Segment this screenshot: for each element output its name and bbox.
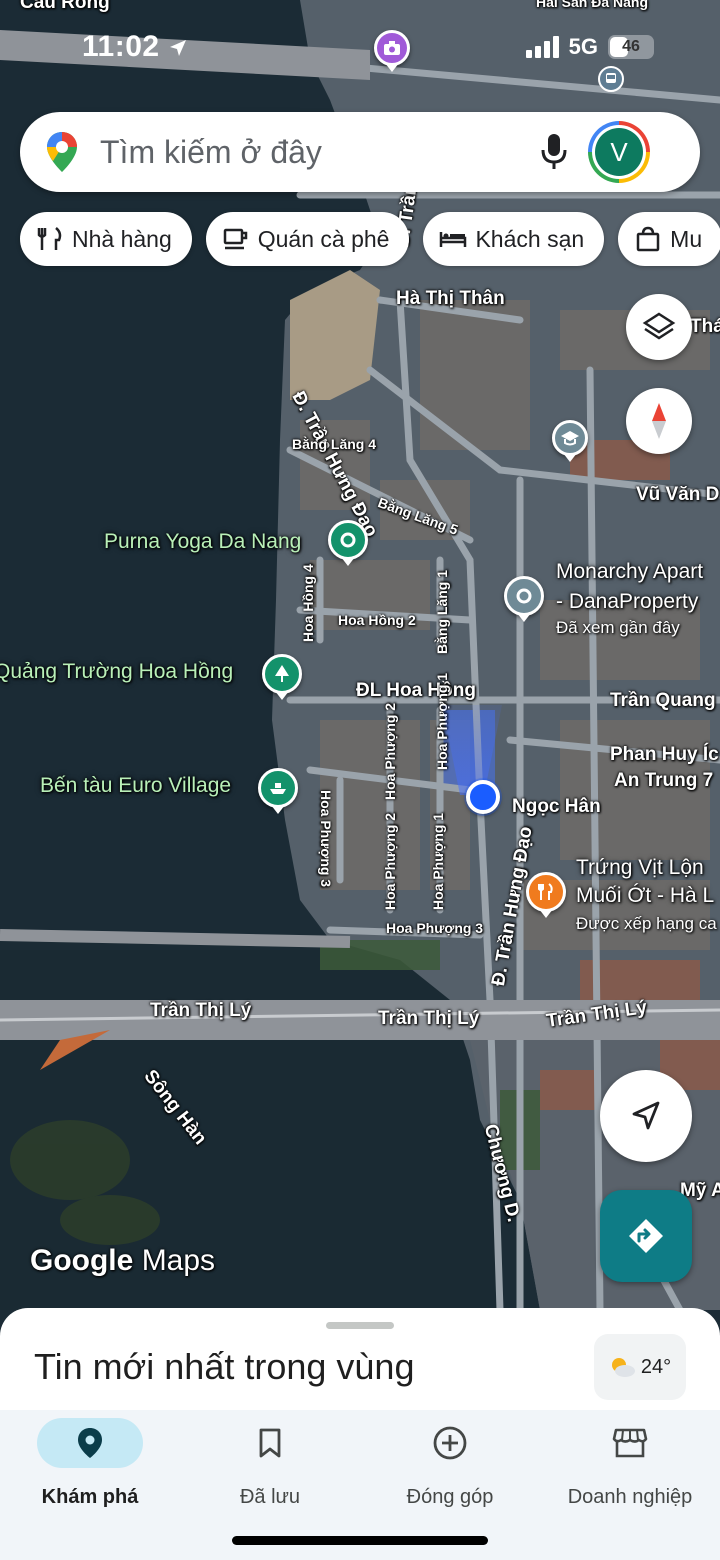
- coffee-icon: [223, 228, 247, 250]
- poi-sub-monarchy: Đã xem gần đây: [556, 618, 680, 637]
- directions-button[interactable]: [600, 1190, 692, 1282]
- street-label-tran-thi-ly-2: Trần Thị Lý: [378, 1008, 480, 1029]
- microphone-icon[interactable]: [538, 132, 570, 172]
- nav-business-label: Doanh nghiệp: [567, 1486, 693, 1508]
- bus-stop-marker[interactable]: [598, 66, 624, 92]
- nav-explore[interactable]: Khám phá: [0, 1410, 180, 1560]
- tree-icon: [275, 665, 289, 682]
- explore-pin-icon: [78, 1428, 102, 1458]
- partly-cloudy-icon: [611, 1358, 635, 1377]
- fork-knife-icon: [538, 883, 553, 900]
- current-location-dot: [466, 780, 500, 814]
- account-avatar[interactable]: V: [588, 121, 650, 183]
- street-label-tran-thi-ly-1: Trần Thị Lý: [150, 1000, 252, 1021]
- location-arrow-icon: [170, 40, 187, 57]
- sheet-drag-handle[interactable]: [326, 1322, 394, 1329]
- search-input[interactable]: [100, 133, 520, 171]
- poi-label-purna-yoga[interactable]: Purna Yoga Da Nang: [104, 530, 301, 554]
- sheet-title: Tin mới nhất trong vùng: [34, 1346, 415, 1387]
- network-type: 5G: [568, 34, 598, 59]
- home-indicator[interactable]: [232, 1536, 488, 1545]
- street-label-bang-lang-1: Bằng Lăng 1: [434, 569, 450, 654]
- directions-icon: [629, 1219, 663, 1253]
- shopping-bag-icon: [636, 226, 660, 252]
- signal-icon: [525, 36, 559, 58]
- bookmark-icon: [259, 1428, 281, 1458]
- avatar-letter: V: [595, 128, 643, 176]
- yoga-icon: [340, 532, 356, 548]
- street-label-tha: Thá: [690, 316, 720, 337]
- chip-shopping[interactable]: Mu: [618, 212, 720, 266]
- layers-button[interactable]: [626, 294, 692, 360]
- compass-button[interactable]: [626, 388, 692, 454]
- street-label-dl-hoa-hong: ĐL Hoa Hồng: [356, 680, 476, 701]
- place-label-cau-rong: Cầu Rồng: [20, 0, 110, 13]
- nav-saved-label: Đã lưu: [239, 1486, 301, 1508]
- search-bar[interactable]: V: [20, 112, 700, 192]
- street-label-hoa-phuong-3b: Hoa Phượng 3: [386, 920, 484, 936]
- status-indicators: 5G 46: [525, 34, 654, 60]
- bus-icon: [606, 73, 616, 83]
- poi-label-monarchy-2[interactable]: - DanaProperty: [556, 590, 698, 614]
- poi-label-trung-vit[interactable]: Trứng Vịt Lộn: [576, 856, 704, 880]
- trung-vit-marker[interactable]: [526, 872, 566, 912]
- google-maps-pin-icon: [47, 132, 77, 172]
- place-icon: [516, 588, 532, 604]
- purna-yoga-marker[interactable]: [328, 520, 368, 560]
- street-label-ngoc-han: Ngọc Hân: [512, 796, 601, 817]
- monarchy-marker[interactable]: [504, 576, 544, 616]
- street-label-hoa-phuong-3a: Hoa Phượng 3: [318, 790, 334, 888]
- add-circle-icon: [433, 1426, 467, 1460]
- street-label-tran-quang: Trần Quang: [610, 690, 716, 711]
- poi-label-ben-tau[interactable]: Bến tàu Euro Village: [40, 774, 231, 798]
- poi-label-quang-truong[interactable]: Quảng Trường Hoa Hồng: [0, 660, 233, 684]
- nav-contribute-label: Đóng góp: [406, 1486, 494, 1508]
- layers-icon: [642, 312, 676, 340]
- street-label-bang-lang-4: Bằng Lăng 4: [292, 436, 377, 452]
- street-label-hoa-hong-4: Hoa Hồng 4: [300, 564, 316, 642]
- nav-explore-label: Khám phá: [41, 1486, 139, 1508]
- status-time: 11:02: [82, 30, 188, 64]
- school-poi-marker[interactable]: [552, 420, 588, 456]
- poi-sub-trung-vit: Được xếp hạng ca: [576, 914, 717, 933]
- category-chips: Nhà hàng Quán cà phê Khách sạn Mu: [20, 212, 720, 266]
- battery-icon: 46: [608, 35, 654, 59]
- street-label-hoa-phuong-2a: Hoa Phượng 2: [382, 702, 398, 800]
- street-label-hoa-hong-2: Hoa Hồng 2: [338, 612, 416, 628]
- chip-hotels[interactable]: Khách sạn: [423, 212, 605, 266]
- boat-icon: [270, 783, 286, 794]
- restaurant-icon: [37, 227, 62, 250]
- compass-icon: [652, 403, 666, 439]
- street-label-phan-huy-ich: Phan Huy Íc: [610, 744, 719, 765]
- hotel-icon: [440, 232, 467, 247]
- street-label-hoa-phuong-2b: Hoa Phượng 2: [382, 812, 398, 910]
- school-icon: [561, 431, 579, 446]
- poi-label-monarchy[interactable]: Monarchy Apart: [556, 560, 703, 584]
- nav-business[interactable]: Doanh nghiệp: [540, 1410, 720, 1560]
- camera-icon: [384, 41, 400, 55]
- photo-poi-marker[interactable]: [374, 30, 410, 66]
- poi-label-trung-vit-2[interactable]: Muối Ớt - Hà L: [576, 884, 714, 908]
- storefront-icon: [612, 1428, 648, 1458]
- street-label-hoa-phuong-1b: Hoa Phượng 1: [430, 812, 446, 910]
- street-label-top-right: Hải Sản Đà Nẵng: [536, 0, 649, 10]
- navigation-arrow-icon: [632, 1101, 660, 1130]
- chip-coffee[interactable]: Quán cà phê: [205, 212, 410, 266]
- my-location-button[interactable]: [600, 1070, 692, 1162]
- bottom-sheet[interactable]: Tin mới nhất trong vùng 24°: [0, 1308, 720, 1418]
- weather-badge[interactable]: 24°: [594, 1334, 686, 1400]
- street-label-an-trung-7: An Trung 7: [614, 770, 714, 791]
- temperature-value: 24°: [640, 1355, 672, 1378]
- chip-restaurants[interactable]: Nhà hàng: [20, 212, 192, 266]
- google-maps-logo: Google Maps: [30, 1244, 216, 1277]
- street-label-vu-van-d: Vũ Văn D: [636, 484, 720, 505]
- ben-tau-marker[interactable]: [258, 768, 298, 808]
- street-label-ha-thi-than: Hà Thị Thân: [396, 288, 505, 309]
- quang-truong-marker[interactable]: [262, 654, 302, 694]
